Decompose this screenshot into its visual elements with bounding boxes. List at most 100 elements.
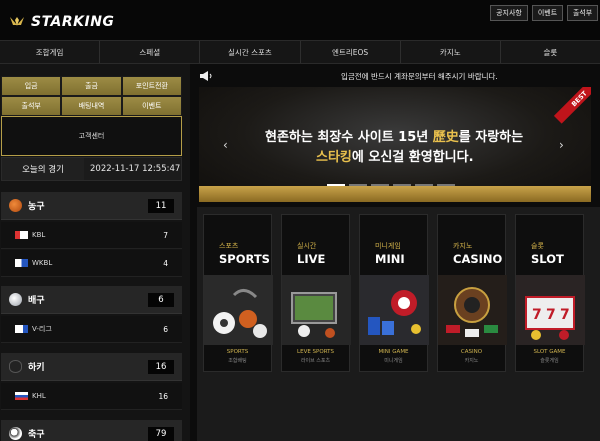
nav-special[interactable]: 스페셜 xyxy=(100,41,201,63)
league-count: 6 xyxy=(163,324,168,334)
game-title: SPORTS xyxy=(219,252,270,266)
game-card-slot[interactable]: 슬롯 SLOT 7 7 7 SLOT GAME 슬롯게임 xyxy=(515,214,585,372)
game-category: 슬롯 xyxy=(531,242,544,250)
game-subcaption: 슬롯게임 xyxy=(540,358,559,364)
league-wkbl[interactable]: WKBL 4 xyxy=(1,250,182,277)
banner-dot[interactable] xyxy=(371,184,389,186)
event-button[interactable]: 이벤트 xyxy=(532,5,563,21)
svg-text:7: 7 xyxy=(546,307,556,323)
game-card-casino[interactable]: 카지노 CASINO CASINO 카지노 xyxy=(437,214,507,372)
game-caption: SLOT GAME xyxy=(533,349,566,355)
league-kbl[interactable]: KBL 7 xyxy=(1,222,182,249)
league-name: V-리그 xyxy=(32,325,52,333)
volleyball-icon xyxy=(9,293,22,306)
game-title: CASINO xyxy=(453,252,503,266)
banner-dot[interactable] xyxy=(393,184,411,186)
sport-count: 6 xyxy=(148,292,174,307)
today-games-label: 오늘의 경기 xyxy=(2,158,84,180)
nav-casino[interactable]: 카지노 xyxy=(401,41,501,63)
league-khl[interactable]: KHL 16 xyxy=(1,383,182,410)
main-nav: 조합게임 스페셜 실시간 스포츠 엔트리EOS 카지노 슬롯 xyxy=(0,40,600,64)
sport-name: 배구 xyxy=(28,296,45,306)
header: STARKING 공지사항 이벤트 출석부 xyxy=(0,0,600,40)
promo-banner[interactable]: BEST 현존하는 최장수 사이트 15년 歷史를 자랑하는 스타킹에 오신걸 … xyxy=(199,87,591,202)
game-caption: LEVE SPORTS xyxy=(297,349,334,355)
banner-pagination xyxy=(327,184,455,186)
game-title: MINI xyxy=(375,252,405,266)
nav-live-sports[interactable]: 실시간 스포츠 xyxy=(200,41,301,63)
account-menu: 입금 출금 포인트전환 출석부 배팅내역 이벤트 고객센터 xyxy=(1,76,182,156)
game-card-live[interactable]: 실시간 LIVE LEVE SPORTS 라이브 스포츠 xyxy=(281,214,351,372)
nav-entry-eos[interactable]: 엔트리EOS xyxy=(301,41,401,63)
attendance-button[interactable]: 출석부 xyxy=(567,5,598,21)
attendance-menu-button[interactable]: 출석부 xyxy=(1,96,62,116)
point-exchange-button[interactable]: 포인트전환 xyxy=(121,76,182,96)
banner-text: 현존하는 최장수 사이트 15년 xyxy=(265,130,433,145)
deposit-button[interactable]: 입금 xyxy=(1,76,62,96)
game-category: 미니게임 xyxy=(375,242,401,250)
slot-machine-icon: 7 7 7 xyxy=(516,275,585,345)
league-count: 16 xyxy=(158,391,168,401)
banner-dot[interactable] xyxy=(437,184,455,186)
bet-history-button[interactable]: 배팅내역 xyxy=(61,96,122,116)
wings-icon xyxy=(10,17,24,26)
league-name: KHL xyxy=(32,392,46,400)
banner-dot[interactable] xyxy=(415,184,433,186)
game-title: SLOT xyxy=(531,252,564,266)
banner-highlight: 스타킹 xyxy=(316,150,352,165)
event-menu-button[interactable]: 이벤트 xyxy=(121,96,182,116)
logo[interactable]: STARKING xyxy=(6,12,114,32)
korea-flag-icon xyxy=(15,231,28,239)
sport-count: 11 xyxy=(148,198,174,213)
game-caption: SPORTS xyxy=(226,349,249,355)
support-button[interactable]: 고객센터 xyxy=(1,116,182,156)
korea-flag-icon xyxy=(15,325,28,333)
banner-dot[interactable] xyxy=(327,184,345,186)
game-subcaption: 라이브 스포츠 xyxy=(300,358,331,364)
basketball-icon xyxy=(9,199,22,212)
sport-volleyball[interactable]: 배구 6 xyxy=(1,286,182,314)
game-card-sports[interactable]: 스포츠 SPORTS SPORTS 조합배팅 xyxy=(203,214,273,372)
game-subcaption: 조합배팅 xyxy=(228,358,247,364)
svg-text:7: 7 xyxy=(532,307,542,323)
notice-text: 입금전에 반드시 계좌문의부터 해주시기 바랍니다. xyxy=(341,71,498,81)
game-subcaption: 카지노 xyxy=(464,358,479,364)
league-name: WKBL xyxy=(32,259,53,267)
banner-prev-icon[interactable]: ‹ xyxy=(223,138,228,152)
banner-headline-1: 현존하는 최장수 사이트 15년 歷史를 자랑하는 xyxy=(265,126,523,145)
nav-combo-game[interactable]: 조합게임 xyxy=(0,41,101,63)
sport-hockey[interactable]: 하키 16 xyxy=(1,353,182,381)
banner-dot[interactable] xyxy=(349,184,367,186)
korea-flag-icon xyxy=(15,259,28,267)
banner-next-icon[interactable]: › xyxy=(559,138,564,152)
withdraw-button[interactable]: 출금 xyxy=(61,76,122,96)
game-title: LIVE xyxy=(297,252,326,266)
khl-logo-icon xyxy=(15,392,28,400)
game-category: 카지노 xyxy=(453,242,473,250)
soccer-ball-icon xyxy=(9,427,22,440)
casino-chips-icon xyxy=(438,275,507,345)
game-category: 스포츠 xyxy=(219,242,239,250)
sport-name: 하키 xyxy=(28,363,45,373)
notice-bar: 입금전에 반드시 계좌문의부터 해주시기 바랍니다. xyxy=(197,68,600,84)
sport-soccer[interactable]: 축구 79 xyxy=(1,420,182,441)
game-category: 실시간 xyxy=(297,242,317,250)
sidebar: 입금 출금 포인트전환 출석부 배팅내역 이벤트 고객센터 오늘의 경기 202… xyxy=(0,64,190,441)
game-card-mini[interactable]: 미니게임 MINI MINI GAME 미니게임 xyxy=(359,214,429,372)
sport-name: 농구 xyxy=(28,202,45,212)
mini-game-balls-icon xyxy=(360,275,429,345)
banner-headline-2: 스타킹에 오신걸 환영합니다. xyxy=(316,146,474,165)
sport-count: 16 xyxy=(148,359,174,374)
league-name: KBL xyxy=(32,231,46,239)
nav-slot[interactable]: 슬롯 xyxy=(501,41,600,63)
notice-button[interactable]: 공지사항 xyxy=(490,5,528,21)
game-subcaption: 미니게임 xyxy=(384,358,403,364)
logo-text: STARKING xyxy=(31,14,115,30)
sport-name: 축구 xyxy=(28,430,45,440)
league-v-league[interactable]: V-리그 6 xyxy=(1,316,182,343)
sport-basketball[interactable]: 농구 11 xyxy=(1,192,182,220)
page: STARKING 공지사항 이벤트 출석부 조합게임 스페셜 실시간 스포츠 엔… xyxy=(0,0,600,441)
banner-gold-stage xyxy=(199,186,591,202)
game-caption: CASINO xyxy=(460,349,483,355)
banner-text: 에 오신걸 환영합니다. xyxy=(351,150,474,165)
